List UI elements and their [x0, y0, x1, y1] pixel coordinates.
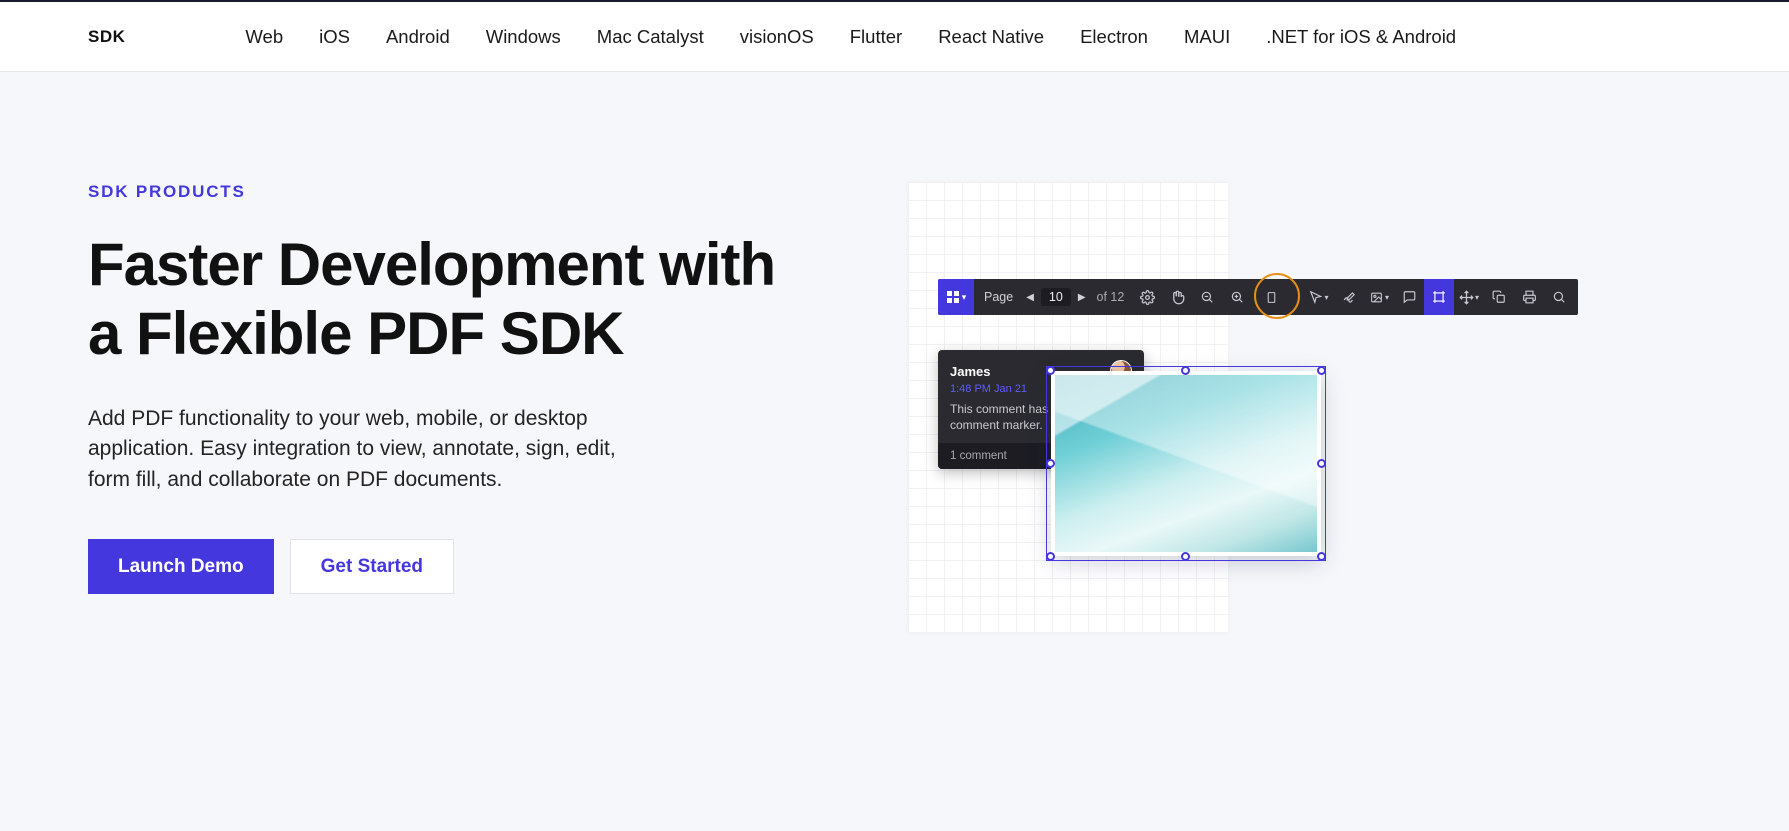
single-page-icon[interactable]: [1256, 279, 1286, 315]
search-icon[interactable]: [1544, 279, 1574, 315]
next-page-icon[interactable]: ▶: [1073, 292, 1091, 303]
nav-item-visionos[interactable]: visionOS: [740, 26, 814, 48]
page-title: Faster Development with a Flexible PDF S…: [88, 230, 788, 368]
selected-image[interactable]: [1051, 371, 1321, 556]
signature-icon[interactable]: [1334, 279, 1364, 315]
nav-item-maui[interactable]: MAUI: [1184, 26, 1230, 48]
page-controls: Page ◀ 10 ▶ of 12: [976, 288, 1130, 306]
launch-demo-button[interactable]: Launch Demo: [88, 539, 274, 594]
nav-items: Web iOS Android Windows Mac Catalyst vis…: [245, 26, 1456, 48]
page-number-input[interactable]: 10: [1041, 288, 1071, 306]
resize-handle-bot-left[interactable]: [1046, 552, 1055, 561]
top-nav: SDK Web iOS Android Windows Mac Catalyst…: [0, 2, 1789, 72]
pdf-toolbar: ▾ Page ◀ 10 ▶ of 12 ▾ ▾ ▾: [938, 279, 1578, 315]
nav-item-windows[interactable]: Windows: [486, 26, 561, 48]
zoom-in-icon[interactable]: [1222, 279, 1252, 315]
brand-logo: SDK: [88, 27, 125, 47]
nav-item-flutter[interactable]: Flutter: [850, 26, 902, 48]
nav-item-electron[interactable]: Electron: [1080, 26, 1148, 48]
hero-illustration: ▾ Page ◀ 10 ▶ of 12 ▾ ▾ ▾: [828, 182, 1789, 702]
resize-handle-top-mid[interactable]: [1181, 366, 1190, 375]
prev-page-icon[interactable]: ◀: [1021, 292, 1039, 303]
selection-frame: [1046, 366, 1326, 561]
gear-icon[interactable]: [1132, 279, 1162, 315]
eyebrow-label: SDK PRODUCTS: [88, 182, 788, 202]
hero-copy: SDK PRODUCTS Faster Development with a F…: [88, 182, 788, 702]
hero-subcopy: Add PDF functionality to your web, mobil…: [88, 404, 648, 495]
nav-item-mac-catalyst[interactable]: Mac Catalyst: [597, 26, 704, 48]
copy-icon[interactable]: [1484, 279, 1514, 315]
hand-pan-icon[interactable]: [1162, 279, 1192, 315]
nav-item-android[interactable]: Android: [386, 26, 450, 48]
nav-item-ios[interactable]: iOS: [319, 26, 350, 48]
resize-handle-mid-left[interactable]: [1046, 459, 1055, 468]
nav-item-react-native[interactable]: React Native: [938, 26, 1044, 48]
print-icon[interactable]: [1514, 279, 1544, 315]
zoom-out-icon[interactable]: [1192, 279, 1222, 315]
crop-select-icon[interactable]: [1424, 279, 1454, 315]
resize-handle-bot-right[interactable]: [1317, 552, 1326, 561]
comment-icon[interactable]: [1394, 279, 1424, 315]
resize-handle-bot-mid[interactable]: [1181, 552, 1190, 561]
page-label: Page: [976, 290, 1021, 304]
image-icon[interactable]: ▾: [1364, 279, 1394, 315]
comment-author: James: [950, 364, 990, 379]
move-icon[interactable]: ▾: [1454, 279, 1484, 315]
cta-row: Launch Demo Get Started: [88, 539, 788, 594]
resize-handle-top-right[interactable]: [1317, 366, 1326, 375]
hero-section: SDK PRODUCTS Faster Development with a F…: [0, 72, 1789, 762]
resize-handle-mid-right[interactable]: [1317, 459, 1326, 468]
resize-handle-top-left[interactable]: [1046, 366, 1055, 375]
nav-item-web[interactable]: Web: [245, 26, 283, 48]
get-started-button[interactable]: Get Started: [290, 539, 454, 594]
view-grid-icon[interactable]: ▾: [938, 279, 974, 315]
nav-item-dotnet[interactable]: .NET for iOS & Android: [1266, 26, 1456, 48]
page-total: of 12: [1091, 290, 1131, 304]
cursor-icon[interactable]: ▾: [1304, 279, 1334, 315]
